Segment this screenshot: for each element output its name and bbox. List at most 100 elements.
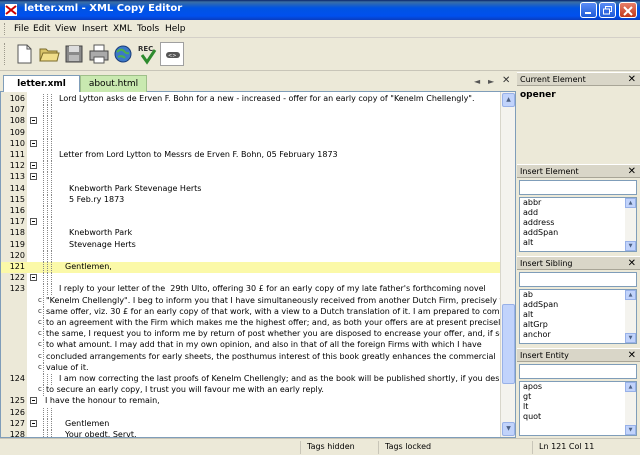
menu-help[interactable]: Help [165, 24, 186, 34]
list-item[interactable]: alt [520, 238, 636, 248]
editor-line[interactable]: 122 [1, 273, 501, 285]
editor-line[interactable]: 124 I am now correcting the last proofs o… [1, 374, 510, 385]
menu-view[interactable]: View [55, 24, 76, 34]
panel-close-icon[interactable]: ✕ [628, 74, 636, 85]
editor-line[interactable]: 107 [1, 105, 501, 117]
tab-next-icon[interactable]: ► [488, 77, 494, 86]
menu-edit[interactable]: Edit [33, 24, 50, 34]
browser-button[interactable] [111, 42, 135, 66]
list-item[interactable]: lt [520, 402, 636, 412]
menu-xml[interactable]: XML [113, 24, 132, 34]
open-button[interactable] [37, 42, 61, 66]
editor-line[interactable]: 125 I have the honour to remain, [1, 396, 501, 407]
list-item[interactable]: apos [520, 382, 636, 392]
list-item[interactable]: addSpan [520, 300, 636, 310]
list-scrollbar[interactable]: ▲ ▼ [625, 290, 636, 343]
editor-line[interactable]: 123 I reply to your letter of the 29th Ul… [1, 284, 501, 296]
scroll-up-arrow[interactable]: ▲ [502, 93, 515, 107]
editor-line[interactable]: 126 [1, 407, 501, 419]
editor-scrollbar[interactable]: ▲ ▼ [500, 92, 515, 437]
panel-close-icon[interactable]: ✕ [628, 350, 636, 361]
validate-button[interactable]: REC [136, 42, 160, 66]
tab-close-icon[interactable]: ✕ [502, 75, 510, 86]
editor-line[interactable]: 120 [1, 250, 501, 262]
close-button[interactable] [619, 2, 637, 18]
editor-line[interactable]: 128 Your obedt. Servt. [1, 430, 501, 437]
panel-close-icon[interactable]: ✕ [628, 258, 636, 269]
maximize-button[interactable] [599, 2, 616, 18]
indent-guide [43, 239, 44, 251]
editor-line[interactable]: 109 [1, 127, 501, 139]
tab-prev-icon[interactable]: ◄ [474, 77, 480, 86]
list-scrollbar[interactable]: ▲ ▼ [625, 198, 636, 251]
editor-line[interactable]: c value of it. [1, 362, 501, 374]
list-item[interactable]: altGrp [520, 320, 636, 330]
save-button[interactable] [62, 42, 86, 66]
scroll-down-arrow[interactable]: ▼ [625, 425, 636, 435]
editor-line[interactable]: 119 Stevenage Herts [1, 239, 501, 251]
list-item[interactable]: add [520, 208, 636, 218]
editor-line[interactable]: c "Kenelm Chellengly". I beg to inform yo… [1, 295, 513, 307]
editor-line[interactable]: 121 Gentlemen, [1, 262, 501, 273]
list-item[interactable]: gt [520, 392, 636, 402]
fold-toggle-icon[interactable] [30, 218, 37, 226]
fold-toggle-icon[interactable] [30, 162, 37, 170]
minimize-button[interactable] [580, 2, 597, 18]
scroll-down-arrow[interactable]: ▼ [625, 241, 636, 251]
menu-tools[interactable]: Tools [137, 24, 159, 34]
print-button[interactable] [87, 42, 111, 66]
scroll-down-arrow[interactable]: ▼ [502, 422, 515, 436]
menu-file[interactable]: File [14, 24, 29, 34]
insert-element-list[interactable]: abbr add address addSpan alt ▲ ▼ [519, 197, 637, 252]
editor-line[interactable]: 115 5 Feb.ry 1873 [1, 194, 501, 206]
editor-line[interactable]: c to secure an early copy, I trust you wi… [1, 385, 501, 397]
tab-letter-xml[interactable]: letter.xml [3, 75, 80, 92]
code-editor[interactable]: 106 Lord Lytton asks de Erven F. Bohn for… [0, 92, 516, 438]
editor-line[interactable]: c the same, I request you to inform me by… [1, 329, 507, 341]
list-item[interactable]: address [520, 218, 636, 228]
editor-line[interactable]: 118 Knebworth Park [1, 228, 501, 240]
editor-line[interactable]: 127 Gentlemen [1, 418, 501, 430]
editor-line[interactable]: 112 [1, 161, 501, 173]
scroll-up-arrow[interactable]: ▲ [625, 290, 636, 300]
hide-tags-button[interactable]: <> [160, 42, 184, 66]
editor-line[interactable]: 114 Knebworth Park Stevenage Herts [1, 183, 501, 195]
scroll-thumb[interactable] [502, 304, 515, 384]
editor-line[interactable]: 108 [1, 116, 501, 128]
list-item[interactable]: addSpan [520, 228, 636, 238]
insert-entity-list[interactable]: apos gt lt quot ▲ ▼ [519, 381, 637, 436]
insert-entity-filter-input[interactable] [519, 364, 637, 379]
scroll-down-arrow[interactable]: ▼ [625, 333, 636, 343]
editor-line[interactable]: 111 Letter from Lord Lytton to Messrs de … [1, 150, 501, 161]
tab-about-html[interactable]: about.html [80, 75, 147, 92]
editor-line[interactable]: c concluded arrangements for early sheets… [1, 351, 501, 363]
editor-line[interactable]: c to an agreement with the Firm which mak… [1, 318, 505, 329]
new-button[interactable] [12, 42, 36, 66]
editor-line[interactable]: 106 Lord Lytton asks de Erven F. Bohn for… [1, 94, 501, 105]
fold-toggle-icon[interactable] [30, 274, 37, 282]
editor-line[interactable]: c same offer, viz. 30 £ for an early copy… [1, 306, 505, 318]
fold-toggle-icon[interactable] [30, 419, 37, 427]
editor-line[interactable]: 117 [1, 217, 501, 229]
fold-toggle-icon[interactable] [30, 397, 37, 405]
scroll-up-arrow[interactable]: ▲ [625, 382, 636, 392]
editor-line[interactable]: c to what amount. I may add that in my ow… [1, 340, 501, 352]
editor-line[interactable]: 110 [1, 138, 501, 150]
panel-close-icon[interactable]: ✕ [628, 166, 636, 177]
editor-line[interactable]: 116 [1, 206, 501, 217]
list-item[interactable]: quot [520, 412, 636, 422]
list-item[interactable]: abbr [520, 198, 636, 208]
list-item[interactable]: ab [520, 290, 636, 300]
fold-toggle-icon[interactable] [30, 173, 37, 181]
fold-toggle-icon[interactable] [30, 117, 37, 125]
list-item[interactable]: anchor [520, 330, 636, 340]
insert-sibling-filter-input[interactable] [519, 272, 637, 287]
insert-sibling-list[interactable]: ab addSpan alt altGrp anchor ▲ ▼ [519, 289, 637, 344]
editor-line[interactable]: 113 [1, 172, 501, 184]
list-item[interactable]: alt [520, 310, 636, 320]
list-scrollbar[interactable]: ▲ ▼ [625, 382, 636, 435]
menu-insert[interactable]: Insert [82, 24, 108, 34]
scroll-up-arrow[interactable]: ▲ [625, 198, 636, 208]
insert-element-filter-input[interactable] [519, 180, 637, 195]
fold-toggle-icon[interactable] [30, 139, 37, 147]
